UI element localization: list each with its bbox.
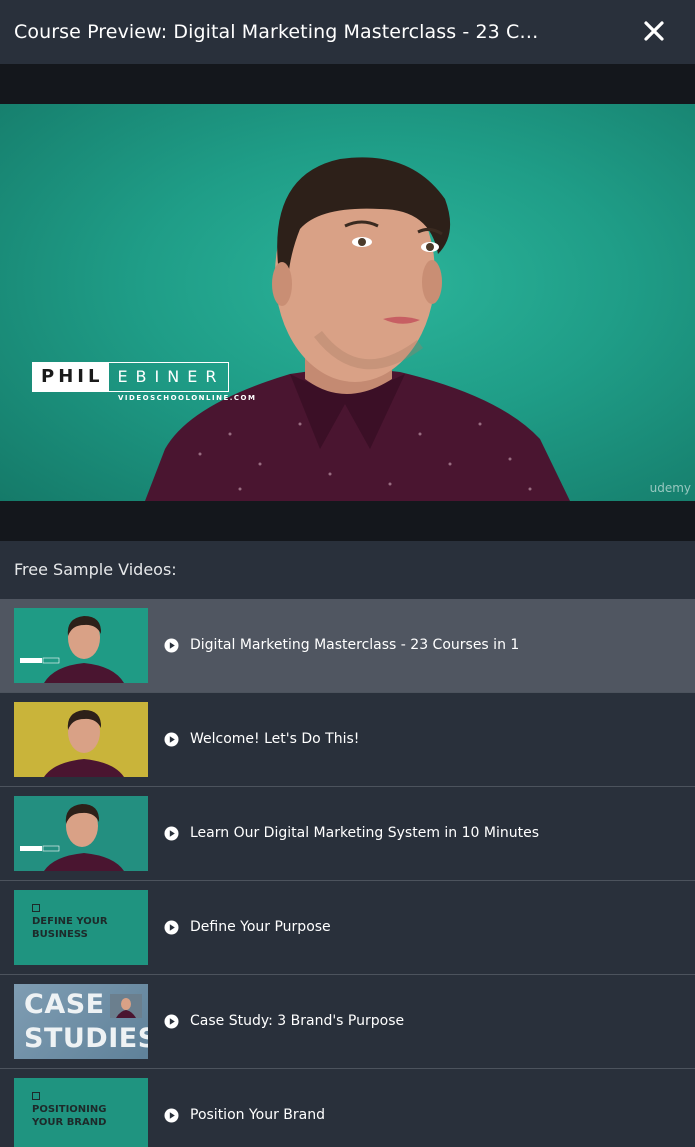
thumbnail-caption-line1: POSITIONING	[32, 1104, 107, 1115]
video-thumbnail: CASE STUDIES	[14, 984, 148, 1059]
close-icon	[644, 21, 664, 41]
video-thumbnail: POSITIONING YOUR BRAND	[14, 1078, 148, 1147]
video-title: Welcome! Let's Do This!	[190, 731, 360, 747]
modal-title: Course Preview: Digital Marketing Master…	[14, 21, 544, 43]
play-icon	[164, 638, 179, 653]
list-item[interactable]: Digital Marketing Masterclass - 23 Cours…	[0, 599, 695, 693]
play-icon	[164, 920, 179, 935]
play-icon	[164, 732, 179, 747]
logo-last-name: EBINER	[117, 367, 225, 386]
logo-subtitle: VIDEOSCHOOLONLINE.COM	[118, 394, 257, 402]
modal-header: Course Preview: Digital Marketing Master…	[0, 0, 695, 64]
play-icon	[164, 1014, 179, 1029]
list-item[interactable]: Learn Our Digital Marketing System in 10…	[0, 787, 695, 881]
video-title: Case Study: 3 Brand's Purpose	[190, 1013, 405, 1029]
presenter-image	[145, 157, 570, 501]
video-title: Position Your Brand	[190, 1107, 325, 1123]
video-thumbnail	[14, 702, 148, 777]
video-player[interactable]: PHIL EBINER VIDEOSCHOOLONLINE.COM udemy	[0, 64, 695, 541]
video-thumbnail: DEFINE YOUR BUSINESS	[14, 890, 148, 965]
close-button[interactable]	[639, 16, 669, 46]
list-item[interactable]: Welcome! Let's Do This!	[0, 693, 695, 787]
logo-first-name: PHIL	[33, 363, 110, 391]
video-title: Define Your Purpose	[190, 919, 331, 935]
thumbnail-caption-line1: DEFINE YOUR	[32, 916, 108, 927]
video-title: Digital Marketing Masterclass - 23 Cours…	[190, 637, 520, 653]
thumbnail-caption-line2: BUSINESS	[32, 929, 88, 940]
list-item[interactable]: DEFINE YOUR BUSINESS Define Your Purpose	[0, 881, 695, 975]
section-heading: Free Sample Videos:	[14, 560, 177, 579]
brand-logo: PHIL EBINER	[32, 362, 230, 392]
thumbnail-caption-line2: YOUR BRAND	[32, 1117, 107, 1128]
list-item[interactable]: CASE STUDIES Case Study: 3 Brand's Purpo…	[0, 975, 695, 1069]
video-frame[interactable]: PHIL EBINER VIDEOSCHOOLONLINE.COM udemy	[0, 104, 695, 501]
thumbnail-caption-line1: CASE	[24, 989, 105, 1020]
sample-video-list: Digital Marketing Masterclass - 23 Cours…	[0, 599, 695, 1147]
video-thumbnail	[14, 796, 148, 871]
watermark: udemy	[649, 481, 691, 495]
list-item[interactable]: POSITIONING YOUR BRAND Position Your Bra…	[0, 1069, 695, 1147]
play-icon	[164, 1108, 179, 1123]
thumbnail-caption-line2: STUDIES	[24, 1023, 148, 1054]
video-title: Learn Our Digital Marketing System in 10…	[190, 825, 540, 841]
play-icon	[164, 826, 179, 841]
video-thumbnail	[14, 608, 148, 683]
